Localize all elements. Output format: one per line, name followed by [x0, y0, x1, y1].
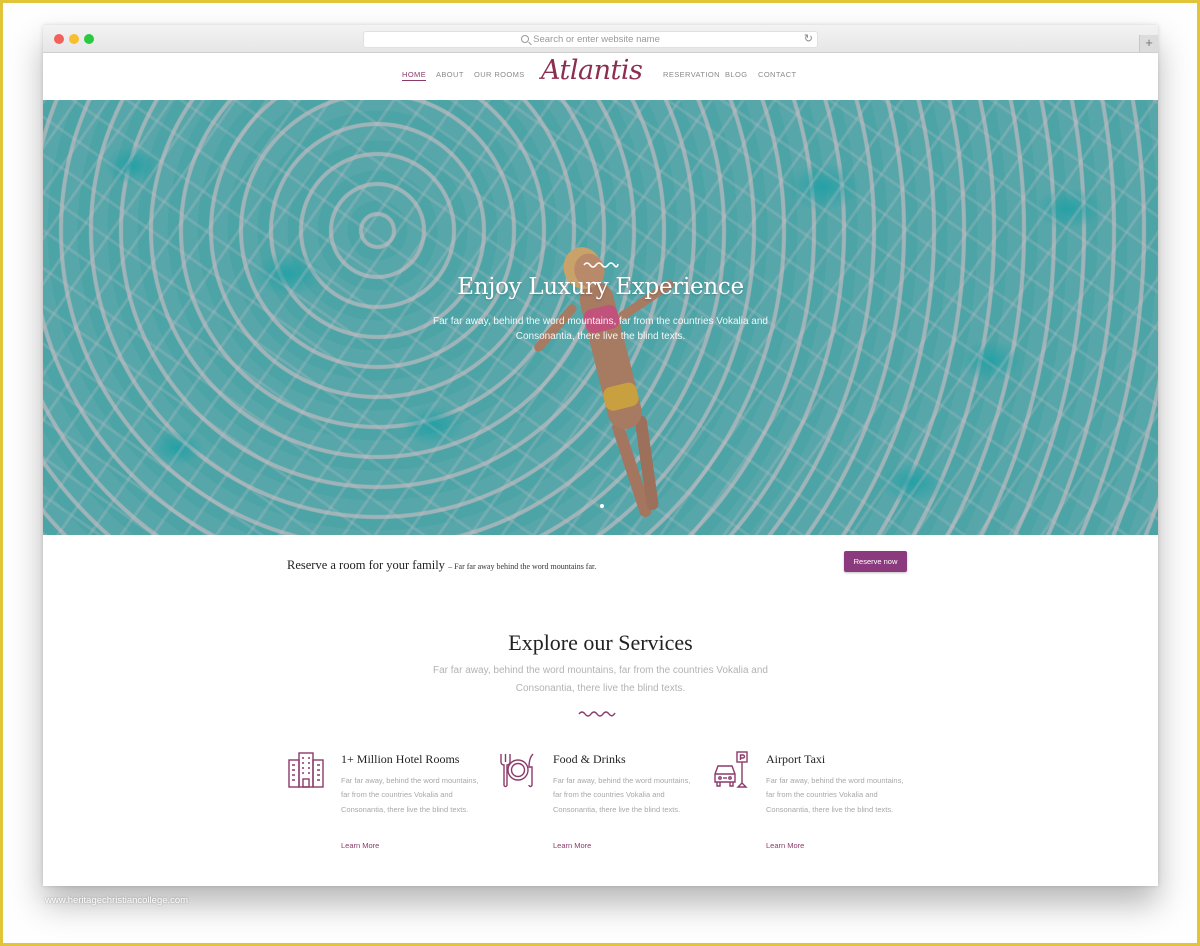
watermark-text: www.heritagechristiancollege.com — [45, 895, 189, 906]
maximize-window-button[interactable] — [84, 34, 94, 44]
site-navigation: HOME ABOUT OUR ROOMS Atlantis RESERVATIO… — [43, 53, 1158, 100]
search-icon — [521, 35, 530, 43]
service-title: Airport Taxi — [766, 752, 826, 766]
plate-cutlery-icon — [500, 753, 534, 788]
nav-blog[interactable]: BLOG — [725, 70, 747, 79]
services-section: Explore our Services Far far away, behin… — [43, 605, 1158, 886]
slider-dot-active[interactable] — [600, 504, 604, 508]
close-window-button[interactable] — [54, 34, 64, 44]
nav-our-rooms[interactable]: OUR ROOMS — [474, 70, 525, 79]
browser-window: Search or enter website name ↻ + HOME AB… — [43, 25, 1158, 886]
taxi-parking-icon — [714, 751, 748, 788]
service-title: Food & Drinks — [553, 752, 626, 766]
address-bar[interactable]: Search or enter website name ↻ — [363, 31, 818, 48]
services-subtitle-line-1: Far far away, behind the word mountains,… — [433, 665, 768, 676]
nav-reservation[interactable]: RESERVATION — [663, 70, 720, 79]
reserve-tagline: – Far far away behind the word mountains… — [448, 562, 597, 571]
service-title: 1+ Million Hotel Rooms — [341, 752, 460, 766]
wave-divider-icon — [578, 711, 616, 717]
address-bar-placeholder: Search or enter website name — [533, 34, 660, 45]
reserve-headline: Reserve a room for your family — [287, 558, 445, 572]
site-logo[interactable]: Atlantis — [541, 55, 643, 86]
services-title: Explore our Services — [508, 630, 693, 655]
learn-more-link[interactable]: Learn More — [341, 841, 379, 850]
service-description: Far far away, behind the word mountains,… — [341, 776, 479, 814]
hero-subtitle: Far far away, behind the word mountains,… — [43, 314, 1158, 344]
learn-more-link[interactable]: Learn More — [766, 841, 804, 850]
service-description: Far far away, behind the word mountains,… — [766, 776, 904, 814]
service-description: Far far away, behind the word mountains,… — [553, 776, 691, 814]
nav-about[interactable]: ABOUT — [436, 70, 464, 79]
reserve-now-button[interactable]: Reserve now — [844, 551, 907, 572]
hero-title: Enjoy Luxury Experience — [457, 274, 744, 300]
learn-more-link[interactable]: Learn More — [553, 841, 591, 850]
browser-titlebar: Search or enter website name ↻ + — [43, 25, 1158, 53]
reload-icon[interactable]: ↻ — [804, 32, 813, 47]
reserve-strip: Reserve a room for your family – Far far… — [43, 535, 1158, 605]
reserve-text: Reserve a room for your family – Far far… — [287, 558, 596, 573]
new-tab-button[interactable]: + — [1139, 35, 1158, 52]
nav-contact[interactable]: CONTACT — [758, 70, 797, 79]
hero-subtitle-line-2: Consonantia, there live the blind texts. — [515, 331, 686, 342]
hotel-building-icon — [288, 752, 324, 788]
nav-home[interactable]: HOME — [402, 70, 427, 81]
wave-divider-icon — [582, 262, 619, 268]
hero-slider: Enjoy Luxury Experience Far far away, be… — [43, 100, 1158, 535]
minimize-window-button[interactable] — [69, 34, 79, 44]
hero-subtitle-line-1: Far far away, behind the word mountains,… — [433, 316, 768, 327]
hero-content: Enjoy Luxury Experience Far far away, be… — [43, 260, 1158, 344]
services-subtitle: Far far away, behind the word mountains,… — [43, 662, 1158, 697]
services-subtitle-line-2: Consonantia, there live the blind texts. — [515, 682, 686, 694]
